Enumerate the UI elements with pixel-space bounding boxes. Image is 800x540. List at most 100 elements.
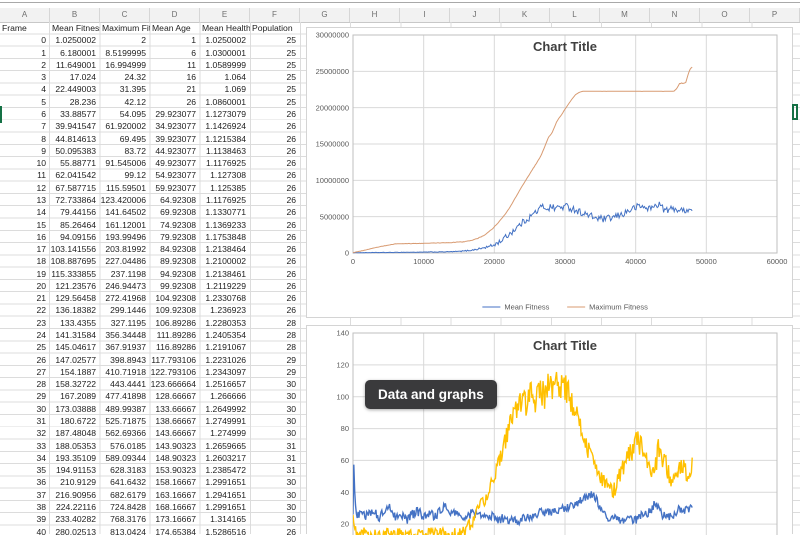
cell[interactable]: 42.12	[100, 96, 150, 108]
cell[interactable]: 768.3176	[100, 513, 150, 525]
cell[interactable]: 24	[0, 329, 50, 341]
cell[interactable]: 562.69366	[100, 427, 150, 439]
cell[interactable]: 13	[0, 194, 50, 206]
cell[interactable]: 1.1426924	[200, 120, 250, 132]
column-header[interactable]: B	[50, 8, 100, 22]
cell[interactable]: 115.59501	[100, 182, 150, 194]
cell[interactable]: 26	[250, 243, 300, 255]
cell[interactable]: 327.1195	[100, 317, 150, 329]
cell[interactable]: 67.587715	[50, 182, 100, 194]
cell[interactable]: 158.32722	[50, 378, 100, 390]
cell[interactable]: 55.88771	[50, 157, 100, 169]
cell[interactable]: 23	[0, 317, 50, 329]
cell[interactable]: 227.04486	[100, 255, 150, 267]
cell[interactable]: 64.92308	[150, 194, 200, 206]
cell[interactable]: 26	[250, 182, 300, 194]
cell[interactable]: 26	[250, 231, 300, 243]
cell[interactable]: 22.449003	[50, 83, 100, 95]
cell[interactable]: 44.814613	[50, 133, 100, 145]
cell[interactable]: 193.99496	[100, 231, 150, 243]
cell[interactable]: 83.72	[100, 145, 150, 157]
cell[interactable]: 641.6432	[100, 476, 150, 488]
cell[interactable]: 143.66667	[150, 427, 200, 439]
cell[interactable]: 410.71918	[100, 366, 150, 378]
cell[interactable]: 188.05353	[50, 440, 100, 452]
cell[interactable]: 54.095	[100, 108, 150, 120]
cell[interactable]: 576.0185	[100, 440, 150, 452]
column-header[interactable]: G	[300, 8, 350, 22]
cell[interactable]: 50.095383	[50, 145, 100, 157]
column-header[interactable]: M	[600, 8, 650, 22]
cell[interactable]: 24.32	[100, 71, 150, 83]
cell[interactable]: 28	[250, 317, 300, 329]
cell[interactable]: 99.12	[100, 169, 150, 181]
cell[interactable]: 246.94473	[100, 280, 150, 292]
cell[interactable]: 30	[250, 403, 300, 415]
cell[interactable]: 224.22116	[50, 501, 100, 513]
cell[interactable]: 356.34448	[100, 329, 150, 341]
cell[interactable]: 30	[250, 427, 300, 439]
cell[interactable]: 89.92308	[150, 255, 200, 267]
cell[interactable]: 128.66667	[150, 390, 200, 402]
cell[interactable]: 99.92308	[150, 280, 200, 292]
cell[interactable]: 79.92308	[150, 231, 200, 243]
cell[interactable]: 29	[0, 390, 50, 402]
cell[interactable]: 30	[250, 489, 300, 501]
cell[interactable]: 17	[0, 243, 50, 255]
cell[interactable]: 1.274999	[200, 427, 250, 439]
cell[interactable]: 2	[0, 59, 50, 71]
cell[interactable]: 11	[0, 169, 50, 181]
cell[interactable]: 1.2100002	[200, 255, 250, 267]
cell[interactable]: 123.420006	[100, 194, 150, 206]
cell[interactable]: 1.1330771	[200, 206, 250, 218]
cell[interactable]: 26	[250, 206, 300, 218]
cell[interactable]: 74.92308	[150, 219, 200, 231]
cell[interactable]: 628.3183	[100, 464, 150, 476]
cell[interactable]: 216.90956	[50, 489, 100, 501]
cell[interactable]: 8.5199995	[100, 47, 150, 59]
cell[interactable]: 34	[0, 452, 50, 464]
cell[interactable]: 1.2119229	[200, 280, 250, 292]
cell[interactable]: 1.236923	[200, 304, 250, 316]
cell[interactable]: 117.793106	[150, 354, 200, 366]
cell[interactable]: 280.02513	[50, 526, 100, 538]
cell[interactable]: 1.1215384	[200, 133, 250, 145]
cell[interactable]: 1.2991651	[200, 476, 250, 488]
cell[interactable]: 26	[250, 268, 300, 280]
cell[interactable]: 5	[0, 96, 50, 108]
cell[interactable]: 11.649001	[50, 59, 100, 71]
cell[interactable]: 154.1887	[50, 366, 100, 378]
cell[interactable]: 1.064	[200, 71, 250, 83]
cell[interactable]: 38	[0, 501, 50, 513]
cell[interactable]: 724.8428	[100, 501, 150, 513]
cell[interactable]: 7	[0, 120, 50, 132]
cell[interactable]: 187.48048	[50, 427, 100, 439]
cell[interactable]: 25	[0, 341, 50, 353]
cell[interactable]: 153.90323	[150, 464, 200, 476]
chart-age-population[interactable]: 020406080100120140Chart Title	[306, 325, 793, 534]
cell[interactable]: 39	[0, 513, 50, 525]
cell[interactable]: 26	[250, 280, 300, 292]
cell[interactable]: 367.91937	[100, 341, 150, 353]
cell[interactable]: 1.2991651	[200, 501, 250, 513]
cell[interactable]: 180.6722	[50, 415, 100, 427]
cell[interactable]: 136.18382	[50, 304, 100, 316]
cell[interactable]: 69.92308	[150, 206, 200, 218]
cell[interactable]: 94.09156	[50, 231, 100, 243]
cell[interactable]: 31.395	[100, 83, 150, 95]
cell[interactable]: 161.12001	[100, 219, 150, 231]
cell[interactable]: 72.733864	[50, 194, 100, 206]
cell[interactable]: 1.2649992	[200, 403, 250, 415]
cell[interactable]: 29	[250, 366, 300, 378]
cell[interactable]: 1.2138461	[200, 268, 250, 280]
cell[interactable]: 163.16667	[150, 489, 200, 501]
cell[interactable]: 31	[250, 464, 300, 476]
cell[interactable]: 4	[0, 83, 50, 95]
cell[interactable]: 36	[0, 476, 50, 488]
column-header[interactable]: H	[350, 8, 400, 22]
cell[interactable]: 1.2330768	[200, 292, 250, 304]
cell[interactable]: 1.1369233	[200, 219, 250, 231]
cell[interactable]: 28	[250, 341, 300, 353]
cell[interactable]: 30	[250, 415, 300, 427]
cell[interactable]: 8	[0, 133, 50, 145]
